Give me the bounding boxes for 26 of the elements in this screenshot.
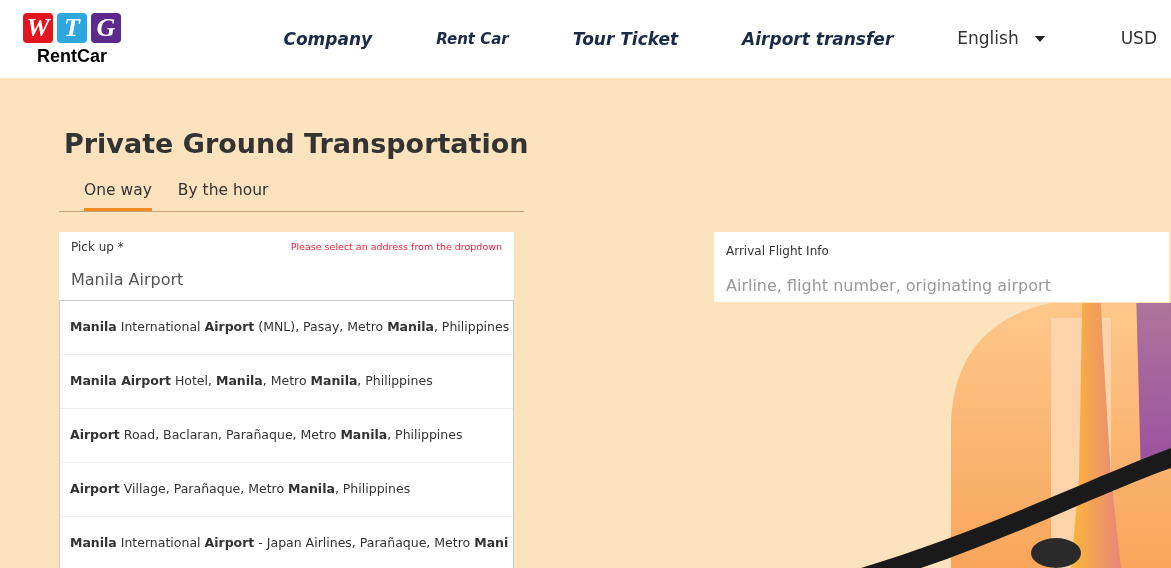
logo-wordmark: RentCar [37, 47, 107, 65]
logo-letter-tile: W [23, 13, 53, 43]
address-suggestion[interactable]: Manila International Airport (MNL), Pasay, Metro Manila, Philippines [60, 300, 513, 355]
language-dropdown[interactable]: English [957, 26, 1045, 52]
arrival-flight-field[interactable]: Arrival Flight Info Airline, flight number, originating airport [714, 231, 1169, 302]
address-suggestion[interactable]: Manila International Airport - Japan Airlines, Parañaque, Metro Mani [60, 516, 513, 568]
address-suggestion[interactable]: Manila Airport Hotel, Manila, Metro Manila, Philippines [60, 354, 513, 409]
nav-link[interactable]: Airport transfer [742, 29, 894, 49]
field-label: Arrival Flight Info [726, 243, 829, 258]
pickup-field[interactable]: Pick up * Please select an address from the dropdown Manila Airport [59, 231, 514, 300]
nav-link[interactable]: Rent Car [436, 30, 509, 48]
nav-link[interactable]: Company [283, 29, 373, 49]
nav-link[interactable]: Tour Ticket [572, 29, 679, 49]
caret-icon [1034, 36, 1045, 42]
pickup-input[interactable]: Manila Airport [71, 267, 502, 292]
currency-link[interactable]: USD [1120, 26, 1157, 52]
logo-letter-tile: G [91, 13, 121, 43]
tab[interactable]: One way [84, 178, 152, 211]
arrival-flight-input[interactable]: Airline, flight number, originating airport [726, 273, 1157, 298]
field-label: Pick up * [71, 238, 124, 256]
logo-letter-tile: T [57, 13, 87, 43]
error-message: Please select an address from the dropdown [290, 239, 502, 254]
page-title: Private Ground Transportation [64, 127, 530, 161]
address-suggestion[interactable]: Airport Road, Baclaran, Parañaque, Metro Manila, Philippines [60, 408, 513, 463]
address-suggestion[interactable]: Airport Village, Parañaque, Metro Manila, Philippines [60, 462, 513, 517]
tab[interactable]: By the hour [177, 178, 269, 211]
